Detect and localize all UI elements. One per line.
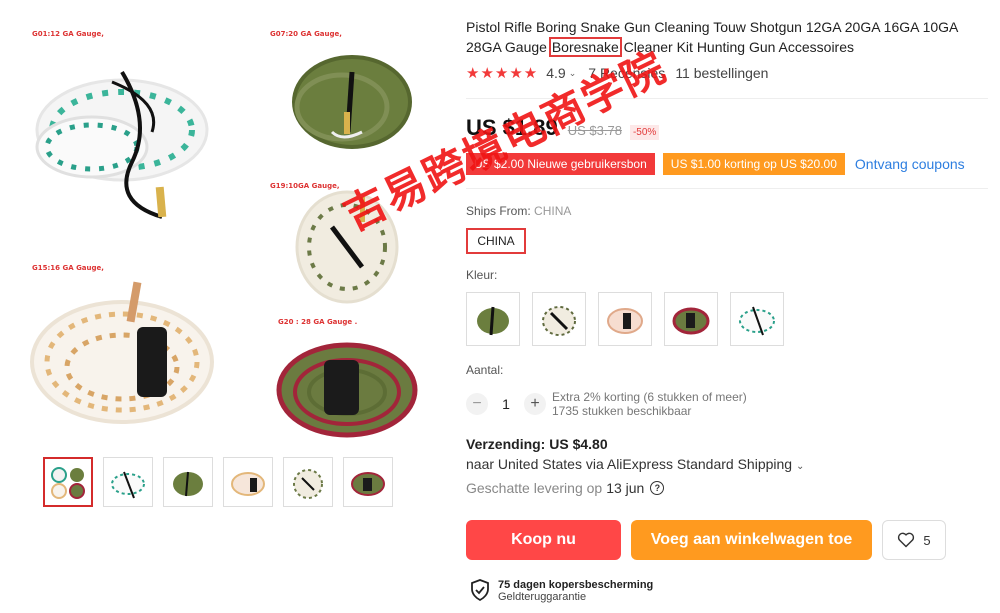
- color-label: Kleur:: [466, 268, 498, 282]
- shipping-cost: Verzending: US $4.80: [466, 436, 608, 452]
- divider: [466, 188, 988, 189]
- wishlist-count: 5: [923, 532, 931, 548]
- get-coupons-link[interactable]: Ontvang coupons: [855, 156, 965, 172]
- color-option-green[interactable]: [466, 292, 520, 346]
- wishlist-button[interactable]: 5: [882, 520, 946, 560]
- increase-button[interactable]: +: [524, 393, 546, 415]
- color-swatches: [466, 292, 784, 346]
- color-option-white-teal[interactable]: [730, 292, 784, 346]
- buy-now-button[interactable]: Koop nu: [466, 520, 621, 560]
- gallery-image-12ga: G01:12 GA Gauge,: [12, 12, 232, 237]
- discount-badge: -50%: [629, 125, 660, 140]
- color-option-red-green[interactable]: [664, 292, 718, 346]
- ships-from: Ships From: CHINA: [466, 204, 571, 218]
- gallery-label: G01:12 GA Gauge,: [32, 30, 104, 38]
- decrease-button[interactable]: −: [466, 393, 488, 415]
- gallery-label: G20 : 28 GA Gauge .: [278, 318, 358, 326]
- star-icons: ★★★★★: [466, 65, 539, 82]
- ships-from-value: CHINA: [534, 204, 572, 218]
- bulk-discount-text: Extra 2% korting (6 stukken of meer): [552, 390, 747, 404]
- protection-title: 75 dagen kopersbescherming: [498, 579, 654, 591]
- thumbnail-strip: [43, 457, 393, 509]
- thumbnail-1[interactable]: [43, 457, 93, 507]
- estimated-delivery: Geschatte levering op 13 jun ?: [466, 480, 665, 496]
- thumbnail-4[interactable]: [223, 457, 273, 507]
- discount-coupon[interactable]: US $1.00 korting op US $20.00: [662, 153, 845, 175]
- gallery-image-28ga: G20 : 28 GA Gauge .: [252, 312, 442, 442]
- quantity-value[interactable]: 1: [488, 396, 524, 412]
- protection-text: 75 dagen kopersbescherming Geldteruggara…: [498, 579, 653, 603]
- quantity-stepper: − 1 + Extra 2% korting (6 stukken of mee…: [466, 390, 747, 418]
- orders-count: 11 bestellingen: [675, 65, 769, 81]
- shield-check-icon: [471, 579, 489, 601]
- shipping-method[interactable]: naar United States via AliExpress Standa…: [466, 456, 804, 472]
- gallery-label: G19:10GA Gauge,: [270, 182, 340, 190]
- question-icon[interactable]: ?: [650, 481, 665, 495]
- stock-available-text: 1735 stukken beschikbaar: [552, 404, 692, 418]
- gallery-label: G15:16 GA Gauge,: [32, 264, 104, 272]
- thumbnail-6[interactable]: [343, 457, 393, 507]
- delivery-date: 13 jun: [606, 480, 645, 496]
- protection-subtitle: Geldteruggarantie: [498, 591, 587, 603]
- color-option-pink[interactable]: [598, 292, 652, 346]
- color-option-beige[interactable]: [532, 292, 586, 346]
- buyer-protection[interactable]: 75 dagen kopersbescherming Geldteruggara…: [470, 579, 653, 603]
- quantity-label: Aantal:: [466, 363, 504, 377]
- gallery-label: G07:20 GA Gauge,: [270, 30, 342, 38]
- add-to-cart-button[interactable]: Voeg aan winkelwagen toe: [631, 520, 872, 560]
- delivery-label: Geschatte levering op: [466, 480, 603, 496]
- thumbnail-2[interactable]: [103, 457, 153, 507]
- chevron-down-icon[interactable]: ⌄: [796, 461, 804, 472]
- coupon-row: US $2.00 Nieuwe gebruikersbon US $1.00 k…: [466, 153, 965, 175]
- quantity-info: Extra 2% korting (6 stukken of meer) 173…: [552, 390, 747, 418]
- product-title: Pistol Rifle Boring Snake Gun Cleaning T…: [466, 17, 986, 57]
- shipping-method-text: naar United States via AliExpress Standa…: [466, 456, 793, 472]
- thumbnail-5[interactable]: [283, 457, 333, 507]
- ships-from-option-china[interactable]: CHINA: [466, 228, 526, 254]
- thumbnail-3[interactable]: [163, 457, 213, 507]
- heart-icon: [898, 532, 915, 548]
- gallery-image-16ga: G15:16 GA Gauge,: [12, 252, 232, 442]
- ships-from-label: Ships From:: [466, 204, 531, 218]
